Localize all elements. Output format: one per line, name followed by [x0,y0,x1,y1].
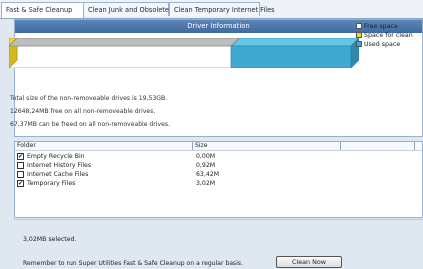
legend-clean: Space for clean [356,31,416,40]
bar-used-face [230,45,352,68]
tab-clean-junk[interactable]: Clean Junk and Obsolete Files [83,2,185,16]
item-size: 63,42M [196,171,220,178]
item-size: 3,02M [196,180,216,187]
freeable-text: 67,37MB can be freed on all non-removeab… [10,121,170,128]
checkbox-temporary-files[interactable]: ✔ [17,180,24,187]
column-extra[interactable] [341,142,415,150]
list-item[interactable]: Internet Cache Files 63,42M [17,170,347,179]
tab-clean-temp-internet[interactable]: Clean Temporary Internet Files [169,2,275,16]
checkbox-recycle-bin[interactable]: ✔ [17,153,24,160]
item-size: 0,00M [196,153,216,160]
disk-usage-bar [9,38,359,68]
divider [14,219,423,220]
legend-free: Free space [356,22,416,31]
tab-bar: Fast & Safe Cleanup Clean Junk and Obsol… [0,0,423,19]
bar-grey-strip [9,38,240,47]
item-name: Empty Recycle Bin [27,153,85,160]
checkbox-internet-cache[interactable] [17,171,24,178]
item-name: Internet History Files [27,162,92,169]
cleanup-list: Folder Size ✔ Empty Recycle Bin 0,00M In… [14,141,423,218]
legend-used: Used space [356,40,416,49]
list-item[interactable]: ✔ Temporary Files 3,02M [17,179,347,188]
reminder-text: Remember to run Super Utilities Fast & S… [23,260,244,267]
free-space-text: 12648,24MB free on all non-removeable dr… [10,108,156,115]
selected-status: 3,02MB selected. [23,236,77,243]
bar-used-top [230,38,359,47]
tab-fast-safe-cleanup[interactable]: Fast & Safe Cleanup [1,2,84,18]
list-item[interactable]: ✔ Empty Recycle Bin 0,00M [17,152,347,161]
disk-legend: Free space Space for clean Used space [356,22,416,49]
total-size-text: Total size of the non-removeable drives … [10,95,168,102]
column-folder[interactable]: Folder [15,142,193,150]
checkbox-internet-history[interactable] [17,162,24,169]
list-header: Folder Size [15,142,422,151]
item-name: Temporary Files [27,180,76,187]
column-size[interactable]: Size [193,142,341,150]
item-size: 0,92M [196,162,216,169]
clean-now-button[interactable]: Clean Now [276,256,342,268]
item-name: Internet Cache Files [27,171,89,178]
list-item[interactable]: Internet History Files 0,92M [17,161,347,170]
